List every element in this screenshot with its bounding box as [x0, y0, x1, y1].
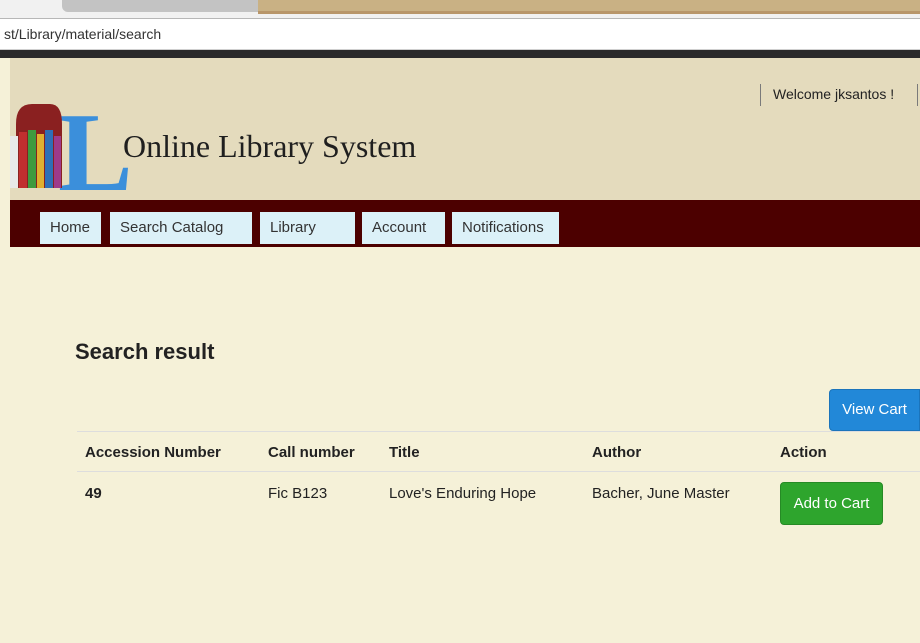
- logo-letter: L: [58, 104, 128, 190]
- address-url[interactable]: st/Library/material/search: [4, 26, 161, 42]
- column-header-call-number: Call number: [268, 444, 355, 461]
- cell-call-number: Fic B123: [268, 485, 328, 502]
- nav-library[interactable]: Library: [260, 212, 355, 244]
- column-header-author: Author: [592, 444, 642, 461]
- cell-title: Love's Enduring Hope: [389, 485, 537, 502]
- site-header: Welcome jksantos ! L Online Library Syst…: [10, 58, 920, 200]
- nav-library-label: Library: [270, 219, 316, 236]
- nav-notifications[interactable]: Notifications: [452, 212, 559, 244]
- cell-author: Bacher, June Master: [592, 485, 730, 502]
- browser-tab-strip: [0, 0, 920, 18]
- view-cart-button[interactable]: View Cart: [829, 389, 920, 431]
- column-header-action: Action: [780, 444, 827, 461]
- column-header-accession-number: Accession Number: [85, 444, 221, 461]
- nav-notifications-label: Notifications: [462, 219, 544, 236]
- cell-accession-number: 49: [85, 485, 102, 502]
- nav-account-label: Account: [372, 219, 427, 236]
- site-title[interactable]: Online Library System: [123, 128, 416, 165]
- nav-search-catalog[interactable]: Search Catalog: [110, 212, 252, 244]
- column-header-title: Title: [389, 444, 420, 461]
- add-to-cart-button[interactable]: Add to Cart: [780, 482, 883, 525]
- nav-search-catalog-label: Search Catalog: [120, 219, 224, 236]
- search-results-table: Accession Number Call number Title Autho…: [77, 431, 920, 532]
- table-header-row: Accession Number Call number Title Autho…: [77, 431, 920, 472]
- main-navigation: Home Search Catalog Library Account Noti…: [10, 200, 920, 247]
- main-content: Search result View Cart Accession Number…: [10, 247, 920, 643]
- browser-tab-active-edge: [258, 0, 920, 14]
- page-top-bar: [0, 50, 920, 58]
- nav-home[interactable]: Home: [40, 212, 101, 244]
- search-result-title: Search result: [75, 339, 215, 364]
- library-logo-books-icon: L: [10, 104, 128, 190]
- nav-account[interactable]: Account: [362, 212, 445, 244]
- welcome-message: Welcome jksantos !: [760, 84, 894, 106]
- browser-tab[interactable]: [62, 0, 272, 12]
- address-bar[interactable]: st/Library/material/search: [0, 18, 920, 50]
- nav-home-label: Home: [50, 219, 91, 236]
- welcome-divider: [917, 84, 918, 106]
- table-row: 49 Fic B123 Love's Enduring Hope Bacher,…: [77, 472, 920, 532]
